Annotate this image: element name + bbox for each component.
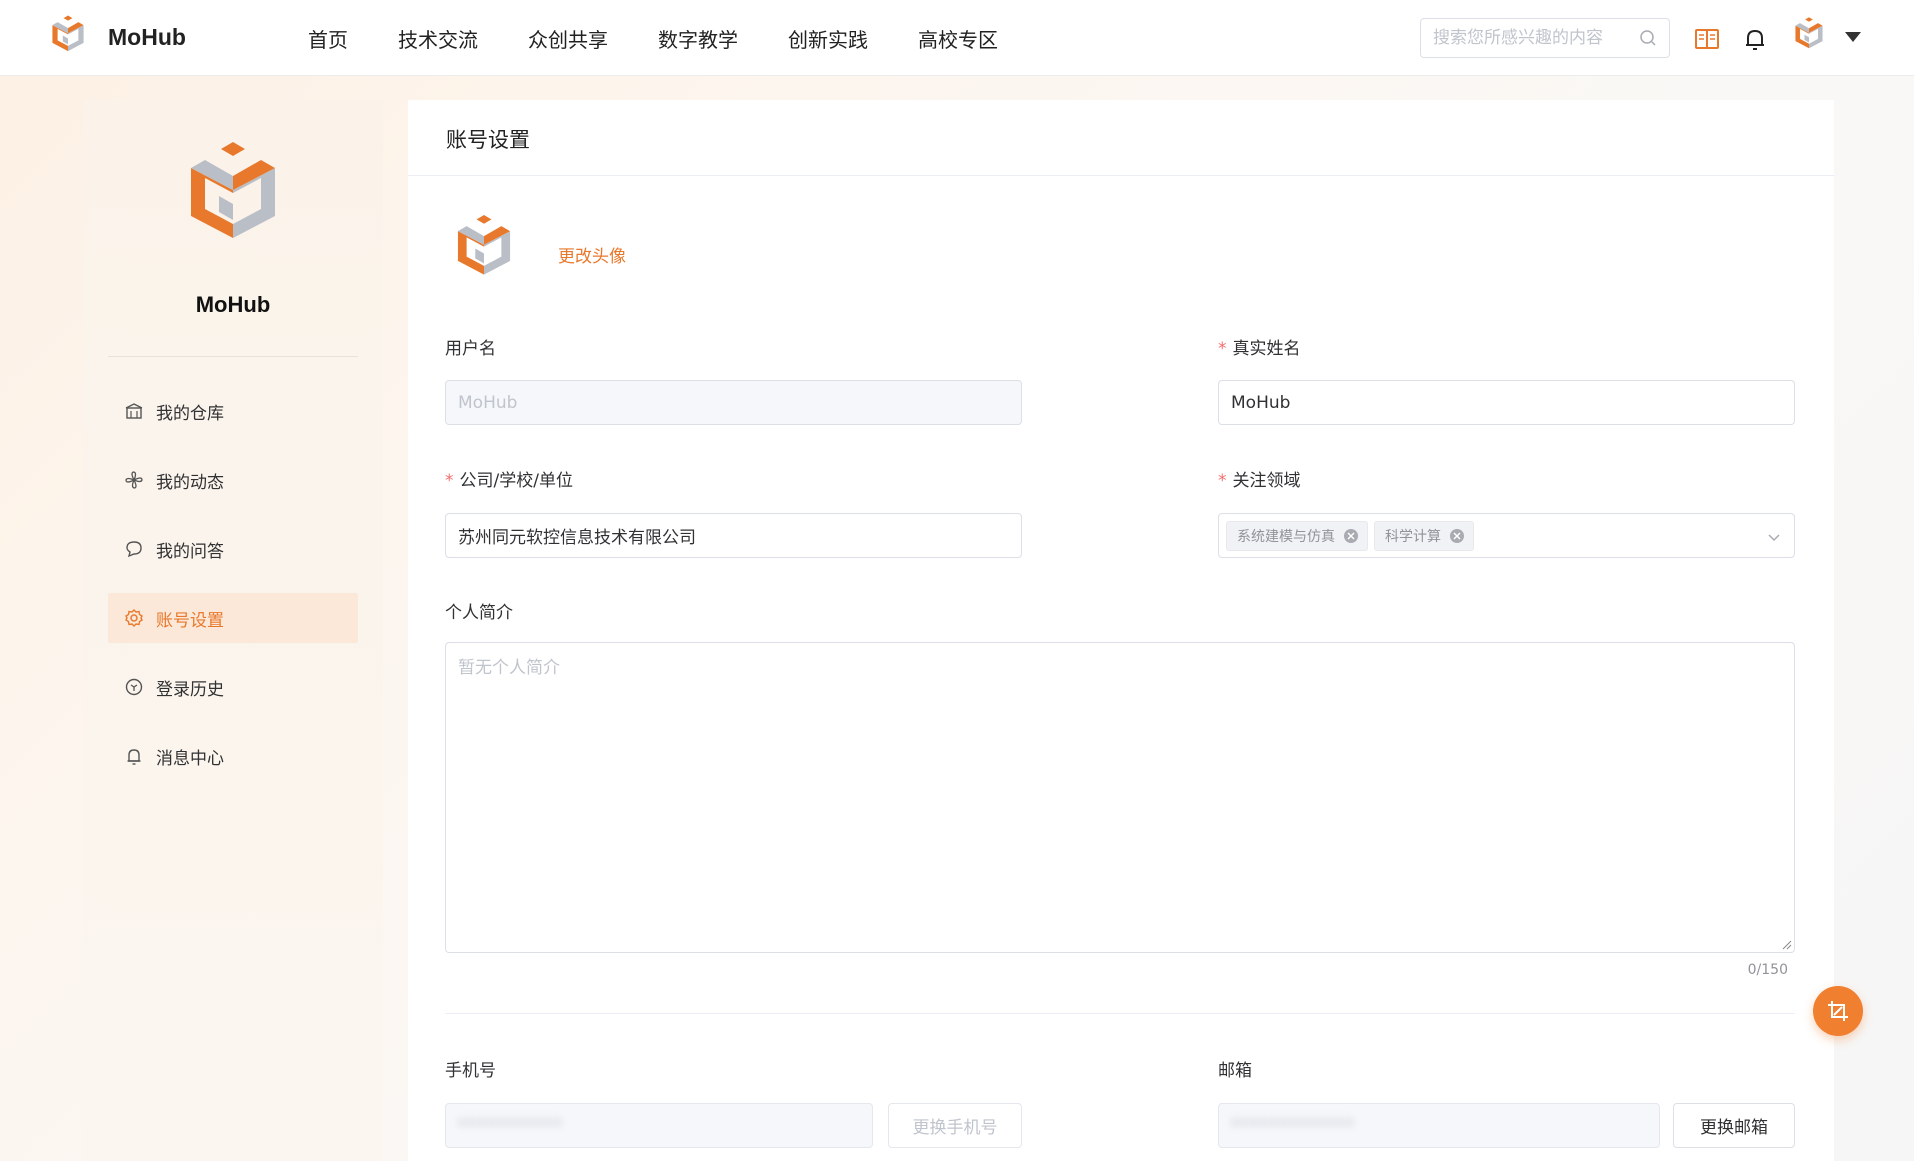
chat-bubble-icon (126, 541, 142, 558)
focus-tag-label: 科学计算 (1385, 528, 1441, 545)
sidebar-item-repository[interactable]: 我的仓库 (108, 386, 358, 436)
realname-label: * 真实姓名 (1218, 334, 1301, 359)
change-email-button[interactable]: 更换邮箱 (1673, 1103, 1795, 1148)
focus-tag: 科学计算 (1374, 520, 1474, 551)
bio-label-text: 个人简介 (445, 603, 513, 623)
search-input[interactable] (1433, 28, 1639, 48)
current-avatar-icon[interactable] (448, 212, 520, 290)
sidebar-item-label: 我的仓库 (156, 403, 224, 424)
sidebar-divider (108, 356, 358, 357)
resize-handle-icon[interactable] (1780, 938, 1792, 950)
sidebar-item-label: 我的动态 (156, 472, 224, 493)
section-divider (445, 1013, 1795, 1014)
nav-digital-teaching[interactable]: 数字教学 (658, 24, 738, 53)
realname-label-text: 真实姓名 (1232, 339, 1301, 359)
email-value: ************* (1231, 1115, 1355, 1136)
sidebar: MoHub 我的仓库 我的动态 我的问答 账号设置 登录历史 消息中心 (83, 100, 383, 1161)
sidebar-item-label: 我的问答 (156, 541, 224, 562)
bell-icon[interactable] (1742, 26, 1768, 52)
required-mark: * (1218, 339, 1227, 359)
required-mark: * (1218, 471, 1227, 491)
caret-down-icon[interactable] (1845, 32, 1861, 42)
change-phone-button[interactable]: 更换手机号 (888, 1103, 1022, 1148)
sidebar-item-label: 账号设置 (156, 610, 224, 631)
history-icon (125, 678, 143, 696)
warehouse-icon (125, 403, 143, 419)
sidebar-item-label: 登录历史 (156, 679, 224, 700)
sidebar-item-qa[interactable]: 我的问答 (108, 524, 358, 574)
mohub-logo-icon (52, 15, 84, 52)
org-field[interactable] (445, 513, 1022, 558)
nav-tech-exchange[interactable]: 技术交流 (398, 24, 478, 53)
close-icon[interactable] (1449, 528, 1465, 544)
sidebar-item-message-center[interactable]: 消息中心 (108, 731, 358, 781)
phone-label-text: 手机号 (445, 1061, 496, 1081)
email-field: ************* (1218, 1103, 1660, 1148)
profile-name: MoHub (195, 292, 271, 317)
phone-value: *********** (458, 1115, 563, 1136)
focus-select[interactable]: 系统建模与仿真 科学计算 (1218, 513, 1795, 558)
book-icon[interactable] (1694, 26, 1720, 52)
nav-crowd-share[interactable]: 众创共享 (528, 24, 608, 53)
email-label: 邮箱 (1218, 1056, 1252, 1081)
nav-home[interactable]: 首页 (308, 24, 348, 53)
username-label-text: 用户名 (445, 339, 496, 359)
email-label-text: 邮箱 (1218, 1061, 1252, 1081)
required-mark: * (445, 471, 454, 491)
org-label-text: 公司/学校/单位 (459, 471, 573, 491)
profile-avatar-icon (191, 142, 275, 238)
brand[interactable]: MoHub (46, 14, 186, 60)
crop-icon (1828, 1001, 1848, 1021)
pinwheel-icon (125, 471, 143, 489)
focus-tag-label: 系统建模与仿真 (1237, 528, 1335, 545)
focus-tag: 系统建模与仿真 (1226, 520, 1368, 551)
change-avatar-link[interactable]: 更改头像 (558, 242, 626, 267)
username-label: 用户名 (445, 334, 496, 359)
username-field[interactable] (445, 380, 1022, 425)
org-label: * 公司/学校/单位 (445, 466, 573, 491)
phone-field: *********** (445, 1103, 873, 1148)
bio-counter: 0/150 (1747, 962, 1788, 978)
user-avatar-icon[interactable] (1790, 16, 1828, 56)
sidebar-menu: 我的仓库 我的动态 我的问答 账号设置 登录历史 消息中心 (108, 386, 358, 800)
gear-icon (125, 609, 143, 627)
nav-innovation[interactable]: 创新实践 (788, 24, 868, 53)
focus-label-text: 关注领域 (1232, 471, 1301, 491)
focus-label: * 关注领域 (1218, 466, 1301, 491)
account-settings-panel: 账号设置 更改头像 用户名 *真实姓名 *公司/学校/单位 *关注领域 系统建模… (408, 100, 1834, 1161)
sidebar-item-activity[interactable]: 我的动态 (108, 455, 358, 505)
bell-icon (127, 749, 141, 765)
floating-crop-button[interactable] (1813, 986, 1863, 1036)
sidebar-item-label: 消息中心 (156, 748, 224, 769)
chevron-down-icon[interactable] (1766, 529, 1782, 545)
nav-university[interactable]: 高校专区 (918, 24, 998, 53)
page-title: 账号设置 (446, 128, 530, 152)
search-box (1420, 18, 1670, 58)
brand-name: MoHub (108, 23, 186, 50)
phone-label: 手机号 (445, 1056, 496, 1081)
top-header: MoHub 首页 技术交流 众创共享 数字教学 创新实践 高校专区 (0, 0, 1914, 76)
main-nav: 首页 技术交流 众创共享 数字教学 创新实践 高校专区 (308, 24, 1048, 53)
title-divider (408, 175, 1834, 176)
bio-label: 个人简介 (445, 598, 513, 623)
bio-textarea[interactable] (445, 642, 1795, 953)
realname-field[interactable] (1218, 380, 1795, 425)
close-icon[interactable] (1343, 528, 1359, 544)
sidebar-item-login-history[interactable]: 登录历史 (108, 662, 358, 712)
search-icon[interactable] (1639, 29, 1657, 47)
sidebar-item-account-settings[interactable]: 账号设置 (108, 593, 358, 643)
